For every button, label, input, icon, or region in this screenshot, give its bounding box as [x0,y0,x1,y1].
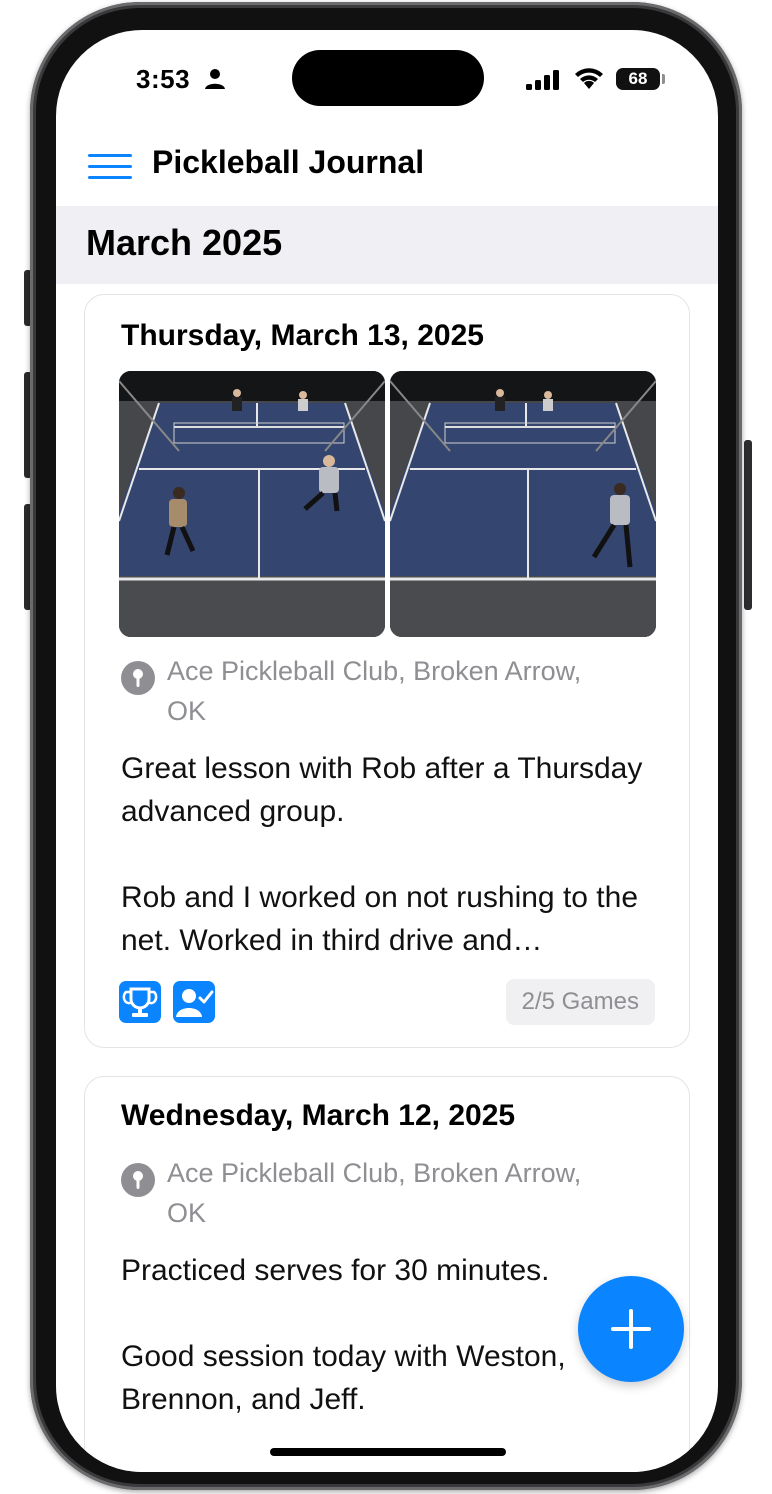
court-photo-image [119,371,385,637]
notes-paragraph: Rob and I worked on not rushing to the n… [121,881,639,957]
entry-photo[interactable] [390,371,656,637]
power-button [744,440,752,610]
dynamic-island [292,50,484,106]
entry-date: Thursday, March 13, 2025 [121,319,484,352]
wifi-icon [575,68,603,89]
person-check-icon [173,981,215,1023]
cellular-signal-icon [526,70,559,90]
location-pin-icon [121,1163,155,1197]
hamburger-menu-icon[interactable] [88,154,132,180]
journal-entry-card[interactable]: Thursday, March 13, 2025 Ace Pickleball … [84,294,690,1048]
battery-indicator: 68 [616,68,660,90]
journal-entry-card[interactable]: Wednesday, March 12, 2025 Ace Pickleball… [84,1076,690,1472]
entry-photo[interactable] [119,371,385,637]
month-title: March 2025 [86,222,283,263]
status-time: 3:53 [136,64,191,94]
games-count-badge: 2/5 Games [505,979,655,1025]
notes-paragraph: Good session today with Weston, Brennon,… [121,1340,566,1416]
notes-paragraph: Practiced serves for 30 minutes. [121,1254,550,1287]
page-title: Pickleball Journal [152,144,425,180]
notes-paragraph: Great lesson with Rob after a Thursday a… [121,752,643,828]
status-bar: 3:53 68 [56,30,718,126]
plus-icon [629,1309,633,1349]
court-photo-image [390,371,656,637]
location-text: Ace Pickleball Club, Broken Arrow, OK [167,1158,582,1228]
person-icon [205,69,225,89]
location-pin-icon [121,661,155,695]
entry-photos [119,371,657,637]
screen: 3:53 68 Pickleball Journal March 2025 Th… [56,30,718,1472]
home-indicator[interactable] [270,1448,506,1456]
entry-notes: Great lesson with Rob after a Thursday a… [121,747,661,962]
location-text: Ace Pickleball Club, Broken Arrow, OK [167,656,582,726]
add-entry-button[interactable] [578,1276,684,1382]
navigation-bar: Pickleball Journal [56,126,718,206]
battery-cap [662,74,665,84]
month-section-header: March 2025 [56,206,718,284]
entry-date: Wednesday, March 12, 2025 [121,1099,516,1132]
trophy-icon [119,981,161,1023]
